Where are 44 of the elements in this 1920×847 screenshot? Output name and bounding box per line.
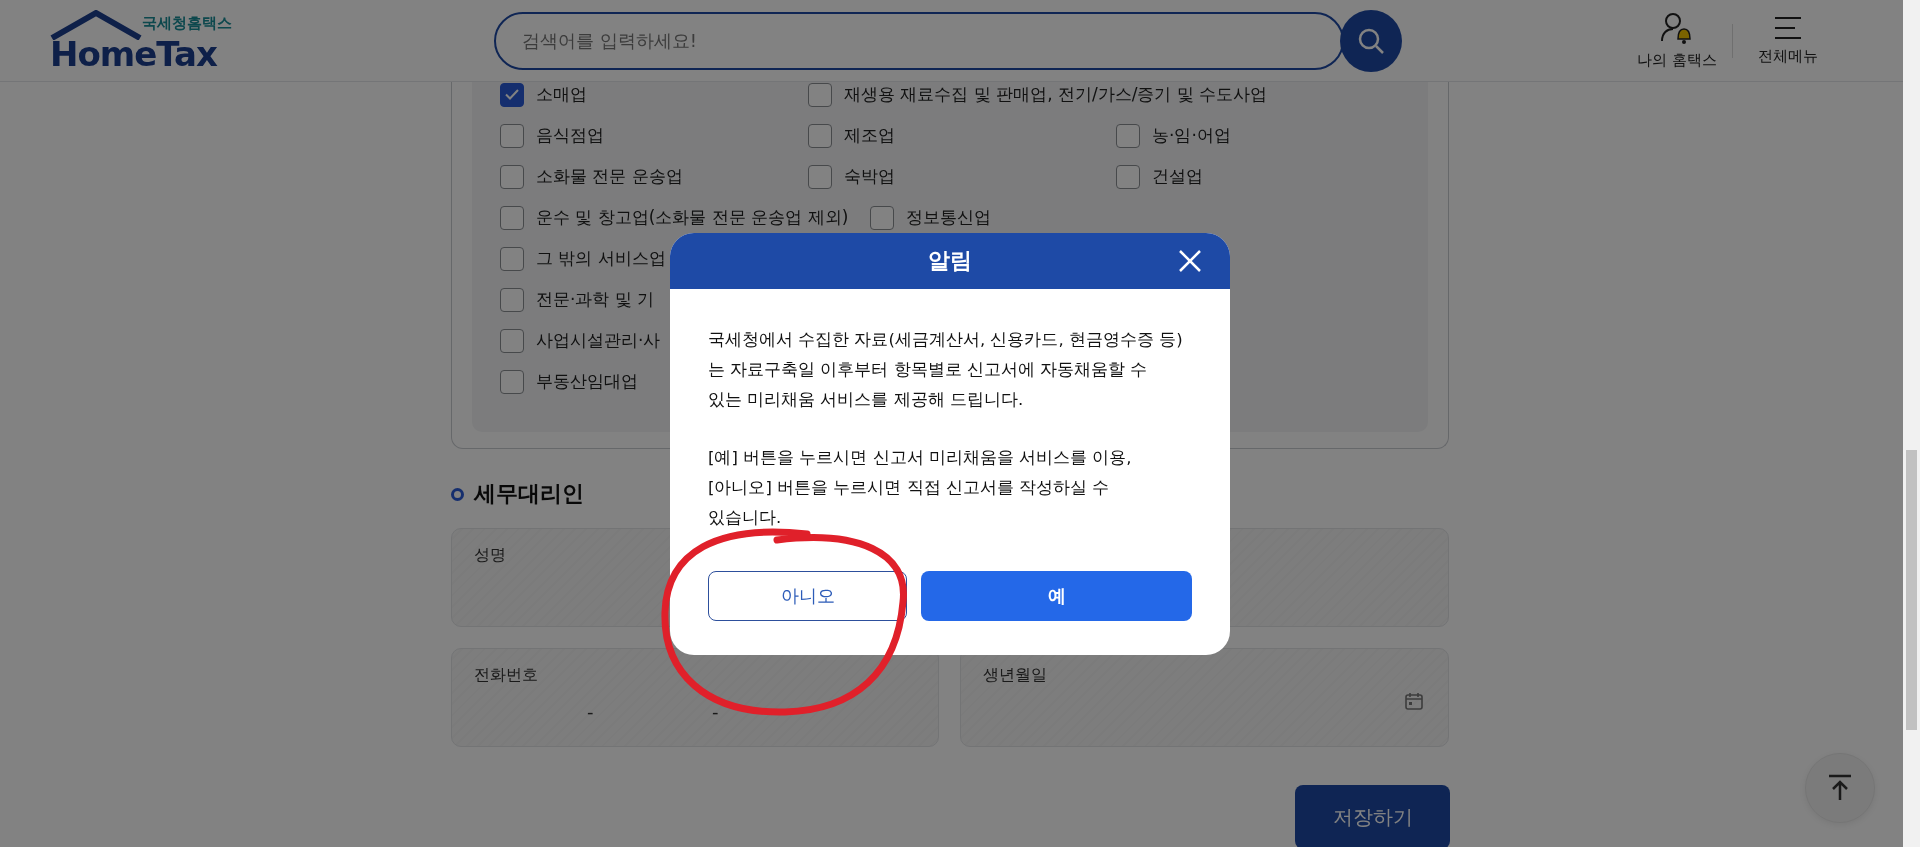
checkbox-item[interactable]: 소화물 전문 운송업 [500,164,808,189]
nav-label: 전체메뉴 [1758,47,1818,66]
save-button[interactable]: 저장하기 [1295,785,1450,847]
hometax-logo[interactable]: 국세청홈택스 HomeTax [50,9,240,72]
field-label: 성명 [474,545,506,564]
menu-icon [1773,15,1803,41]
section-title: 세무대리인 [474,480,584,508]
phone-field[interactable]: 전화번호 - - [451,648,939,747]
checkbox-item[interactable]: 음식점업 [500,123,808,148]
checkbox-item[interactable]: 정보통신업 [870,205,1179,230]
user-bell-icon [1660,11,1694,45]
calendar-icon[interactable] [1404,691,1424,711]
nav-link[interactable]: 나의 홈택스 [1622,11,1732,70]
checkbox-item[interactable]: 건설업 [1116,164,1424,189]
field-label: 전화번호 [474,665,538,684]
separator-text: - [587,701,594,722]
logo-subtitle: 국세청홈택스 [142,13,232,33]
nav-link[interactable]: 전체메뉴 [1733,15,1843,66]
arrow-up-icon [1827,774,1853,802]
checkbox-item[interactable]: 운수 및 창고업(소화물 전문 운송업 제외) [500,205,871,230]
checkbox-item[interactable]: 소매업 [500,82,808,107]
search-icon [1357,26,1385,55]
checkbox-item[interactable]: 재생용 재료수집 및 판매업, 전기/가스/증기 및 수도사업 [808,82,1290,107]
date-field[interactable]: 생년월일 [960,648,1449,747]
checkbox-item[interactable]: 농·임·어업 [1116,123,1424,148]
house-roof-icon [50,9,142,40]
dialog-message: 국세청에서 수집한 자료(세금계산서, 신용카드, 현금영수증 등) 는 자료구축일 이후부터 항목별로 신고서에 자동채움할 수 있는 미리채움 서비스를 제공해 드립니다. [708,329,1184,411]
checkbox-item[interactable]: 그 밖의 서비스업 [500,246,808,271]
checkbox-item[interactable]: 제조업 [808,123,1116,148]
scrollbar-thumb[interactable] [1906,450,1917,730]
confirm-button[interactable]: 예 [921,571,1192,621]
check-icon [505,89,519,100]
nav-label: 나의 홈택스 [1637,51,1717,70]
cancel-button[interactable]: 아니오 [708,571,907,621]
checkbox-item[interactable]: 숙박업 [808,164,1116,189]
field-label: 생년월일 [983,665,1047,684]
dialog-message: [예] 버튼을 누르시면 신고서 미리채움을 서비스를 이용, [아니오] 버튼을 누르시면 직접 신고서를 작성하실 수 있습니다. [708,447,1133,529]
search-field[interactable]: 검색어를 입력하세요! [494,11,1344,70]
separator-text: - [712,701,719,722]
scrollbar[interactable] [1903,0,1920,847]
checkbox-item[interactable]: 전문·과학 및 기 [500,287,808,312]
dialog-title: 알림 [928,247,972,275]
logo-name: HomeTax [50,35,218,72]
bullet-icon [451,487,464,501]
